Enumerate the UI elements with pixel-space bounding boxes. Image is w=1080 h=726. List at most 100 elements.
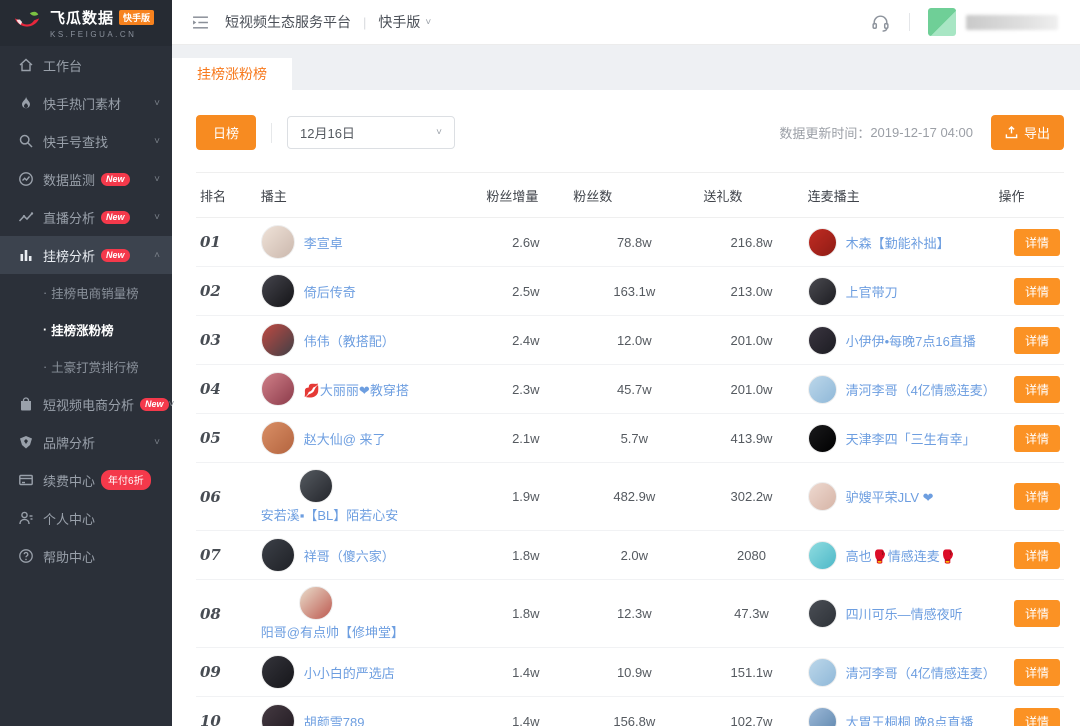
fans-total-value: 10.9w (569, 648, 699, 697)
table-row: 03伟伟（教搭配）2.4w12.0w201.0w小伊伊•每晚7点16直播详情 (196, 316, 1064, 365)
anchor-avatar[interactable] (261, 274, 295, 308)
partner-avatar[interactable] (808, 277, 837, 306)
sidebar-item-3[interactable]: 数据监测New˅ (0, 160, 172, 198)
sidebar-item-6[interactable]: 短视频电商分析New˅ (0, 385, 172, 423)
fans-gain-value: 1.8w (482, 580, 569, 648)
rank-label: 07 (200, 546, 221, 564)
partner-name-link[interactable]: 上官带刀 (846, 282, 898, 301)
sidebar-item-4[interactable]: 直播分析New˅ (0, 198, 172, 236)
anchor-avatar[interactable] (299, 586, 333, 620)
sidebar-subitem[interactable]: 挂榜电商销量榜 (0, 274, 172, 311)
sidebar-subitem[interactable]: 挂榜涨粉榜 (0, 311, 172, 348)
fire-icon (17, 95, 34, 112)
sidebar-item-9[interactable]: 个人中心 (0, 499, 172, 537)
detail-button[interactable]: 详情 (1014, 229, 1060, 256)
partner-avatar[interactable] (808, 228, 837, 257)
table-body: 01李宣卓2.6w78.8w216.8w木森【勤能补拙】详情02倚后传奇2.5w… (196, 218, 1064, 726)
partner-avatar[interactable] (808, 424, 837, 453)
fans-total-value: 12.3w (569, 580, 699, 648)
support-headset-icon[interactable] (870, 12, 891, 33)
table-header-row: 排名播主粉丝增量粉丝数送礼数连麦播主操作 (196, 173, 1064, 218)
detail-button[interactable]: 详情 (1014, 278, 1060, 305)
partner-avatar[interactable] (808, 482, 837, 511)
tab-rising-fans[interactable]: 挂榜涨粉榜 (172, 58, 292, 90)
fans-gain-value: 2.5w (482, 267, 569, 316)
sidebar-item-10[interactable]: 帮助中心 (0, 537, 172, 575)
promo-badge: 年付6折 (101, 470, 151, 490)
anchor-avatar[interactable] (261, 323, 295, 357)
anchor-name-link[interactable]: 李宣卓 (304, 233, 343, 252)
sidebar-item-label: 数据监测 (43, 170, 95, 189)
partner-name-link[interactable]: 四川可乐—情感夜听 (846, 604, 963, 623)
anchor-avatar[interactable] (261, 225, 295, 259)
gift-count-value: 413.9w (699, 414, 803, 463)
sidebar-item-0[interactable]: 工作台 (0, 46, 172, 84)
rank-label: 06 (200, 488, 221, 506)
sidebar-item-7[interactable]: 品牌分析˅ (0, 423, 172, 461)
partner-name-link[interactable]: 小伊伊•每晚7点16直播 (846, 331, 976, 350)
sidebar-item-8[interactable]: 续费中心年付6折 (0, 461, 172, 499)
gift-count-value: 47.3w (699, 580, 803, 648)
sidebar-item-2[interactable]: 快手号查找˅ (0, 122, 172, 160)
detail-button[interactable]: 详情 (1014, 708, 1060, 726)
date-select[interactable]: 12月16日 ˅ (287, 116, 455, 149)
version-switcher[interactable]: 快手版 ˅ (378, 12, 431, 32)
partner-avatar[interactable] (808, 599, 837, 628)
anchor-avatar[interactable] (261, 655, 295, 689)
anchor-name-link[interactable]: 祥哥（傻六家） (304, 546, 395, 565)
partner-name-link[interactable]: 清河李哥（4亿情感连麦） (846, 663, 991, 682)
detail-button[interactable]: 详情 (1014, 327, 1060, 354)
partner-avatar[interactable] (808, 326, 837, 355)
user-name-redacted[interactable] (966, 15, 1058, 30)
sidebar-item-5[interactable]: 挂榜分析New˄ (0, 236, 172, 274)
chevron-down-icon: ˅ (154, 174, 160, 185)
partner-avatar[interactable] (808, 707, 837, 726)
anchor-avatar[interactable] (261, 372, 295, 406)
collapse-menu-icon[interactable] (192, 14, 209, 31)
partner-name-link[interactable]: 大胃王桐桐 晚8点直播 (846, 712, 974, 726)
partner-name-link[interactable]: 清河李哥（4亿情感连麦） (846, 380, 991, 399)
logo[interactable]: 飞瓜数据 快手版 KS.FEIGUA.CN (0, 0, 172, 46)
chevron-down-icon: ˅ (154, 437, 160, 448)
partner-name-link[interactable]: 高也🥊情感连麦🥊 (846, 546, 956, 565)
home-icon (17, 57, 34, 74)
partner-name-link[interactable]: 木森【勤能补拙】 (846, 233, 950, 252)
detail-button[interactable]: 详情 (1014, 542, 1060, 569)
table-row: 01李宣卓2.6w78.8w216.8w木森【勤能补拙】详情 (196, 218, 1064, 267)
anchor-avatar[interactable] (261, 704, 295, 726)
partner-avatar[interactable] (808, 375, 837, 404)
detail-button[interactable]: 详情 (1014, 376, 1060, 403)
partner-name-link[interactable]: 驴嫂平荣JLV ❤ (846, 487, 934, 506)
anchor-avatar[interactable] (261, 538, 295, 572)
anchor-name-link[interactable]: 安若溪▪【BL】陌若心安 (261, 505, 399, 524)
fans-total-value: 12.0w (569, 316, 699, 365)
sidebar-subitem[interactable]: 土豪打赏排行榜 (0, 348, 172, 385)
detail-button[interactable]: 详情 (1014, 425, 1060, 452)
anchor-avatar[interactable] (261, 421, 295, 455)
fans-total-value: 78.8w (569, 218, 699, 267)
user-avatar[interactable] (928, 8, 956, 36)
anchor-avatar[interactable] (299, 469, 333, 503)
anchor-name-link[interactable]: 阳哥@有点帅【修坤堂】 (261, 622, 404, 641)
anchor-name-link[interactable]: 伟伟（教搭配） (304, 331, 395, 350)
partner-avatar[interactable] (808, 658, 837, 687)
export-button[interactable]: 导出 (991, 115, 1064, 150)
anchor-name-link[interactable]: 胡颜雪789 (304, 712, 365, 726)
detail-button[interactable]: 详情 (1014, 600, 1060, 627)
partner-name-link[interactable]: 天津李四「三生有幸」 (846, 429, 976, 448)
sidebar-item-label: 帮助中心 (43, 547, 95, 566)
tab-bar: 挂榜涨粉榜 (172, 58, 1080, 90)
partner-avatar[interactable] (808, 541, 837, 570)
anchor-name-link[interactable]: 💋大丽丽❤教穿搭 (304, 380, 409, 399)
anchor-name-link[interactable]: 赵大仙@ 来了 (304, 429, 386, 448)
rank-label: 09 (200, 663, 221, 681)
detail-button[interactable]: 详情 (1014, 483, 1060, 510)
column-header: 播主 (257, 173, 483, 218)
anchor-name-link[interactable]: 小小白的严选店 (304, 663, 395, 682)
detail-button[interactable]: 详情 (1014, 659, 1060, 686)
rank-label: 08 (200, 605, 221, 623)
chevron-down-icon: ˅ (425, 17, 431, 28)
anchor-name-link[interactable]: 倚后传奇 (304, 282, 356, 301)
sidebar-item-1[interactable]: 快手热门素材˅ (0, 84, 172, 122)
daily-rank-button[interactable]: 日榜 (196, 115, 256, 150)
